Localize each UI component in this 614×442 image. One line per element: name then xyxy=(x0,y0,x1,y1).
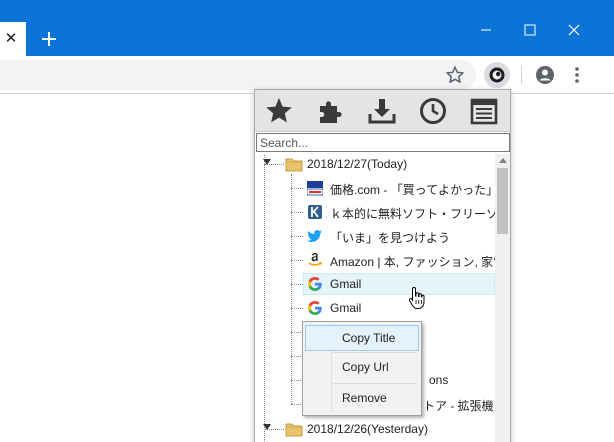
menu-item-label: Copy Title xyxy=(342,331,396,345)
history-item-label: ons xyxy=(429,373,449,387)
folder-icon xyxy=(285,158,303,172)
history-item-hovered[interactable]: Gmail xyxy=(303,273,495,295)
expander-arrow-icon[interactable] xyxy=(263,424,271,430)
folder-today[interactable]: 2018/12/27(Today) xyxy=(263,154,495,174)
folder-label: 2018/12/27(Today) xyxy=(307,157,408,171)
menu-separator xyxy=(333,352,417,353)
tree-guide-line xyxy=(291,212,303,213)
clock-icon[interactable] xyxy=(417,96,449,126)
history-item[interactable]: Amazon | 本, ファッション, 家電 xyxy=(303,249,495,271)
history-item-label: Amazon | 本, ファッション, 家電 xyxy=(330,255,495,269)
history-item[interactable]: 「いま」を見つけよう xyxy=(303,225,495,247)
notes-icon[interactable] xyxy=(468,96,500,126)
history-item[interactable]: 価格.com - 「買ってよかった」 xyxy=(303,177,495,199)
puzzle-icon[interactable] xyxy=(315,96,347,126)
popup-toolbar xyxy=(255,90,510,132)
history-item[interactable]: Gmail xyxy=(303,297,495,319)
hand-cursor-icon xyxy=(408,286,425,309)
history-item[interactable]: ｋ本的に無料ソフト・フリーソ xyxy=(303,201,495,223)
maximize-icon[interactable] xyxy=(516,16,544,44)
twitter-bird-icon xyxy=(307,230,322,242)
remove-menu-item[interactable]: Remove xyxy=(305,385,419,411)
tree-guide-line xyxy=(264,154,265,442)
kakaku-icon xyxy=(307,181,323,196)
tree-scrollbar[interactable] xyxy=(495,154,510,442)
context-menu: Copy Title Copy Url Remove xyxy=(302,321,422,416)
copy-url-menu-item[interactable]: Copy Url xyxy=(305,354,419,380)
tree-guide-line xyxy=(291,236,303,237)
scroll-up-arrow-icon[interactable] xyxy=(499,158,507,163)
window-close-icon[interactable] xyxy=(560,16,588,44)
history-item-label: ｋ本的に無料ソフト・フリーソ xyxy=(330,207,495,221)
k-icon xyxy=(308,205,322,219)
download-icon[interactable] xyxy=(366,96,398,126)
toolbar-separator xyxy=(521,66,522,84)
folder-label: 2018/12/26(Yesterday) xyxy=(307,422,428,436)
google-icon xyxy=(308,277,322,291)
folder-icon xyxy=(285,423,303,437)
menu-item-label: Copy Url xyxy=(342,360,389,374)
address-bar[interactable] xyxy=(0,60,476,90)
folder-yesterday[interactable]: 2018/12/26(Yesterday) xyxy=(263,419,495,439)
minimize-icon[interactable] xyxy=(472,16,500,44)
menu-item-label: Remove xyxy=(342,391,387,405)
more-menu-icon[interactable] xyxy=(568,64,586,86)
profile-avatar-icon[interactable] xyxy=(534,64,556,86)
extension-logo-icon xyxy=(489,67,505,83)
scrollbar-thumb[interactable] xyxy=(497,168,508,234)
google-icon xyxy=(308,301,322,315)
amazon-icon xyxy=(308,253,323,266)
bookmark-star-icon[interactable] xyxy=(444,64,466,86)
extension-button[interactable] xyxy=(484,62,510,88)
menu-separator xyxy=(333,383,417,384)
new-tab-icon[interactable] xyxy=(38,28,60,50)
tree-guide-line xyxy=(291,260,303,261)
history-item-label: トア - 拡張機 xyxy=(423,399,494,413)
tab-close-icon[interactable]: ✕ xyxy=(3,31,19,47)
title-bar: ✕ xyxy=(0,0,614,56)
history-item-label: 「いま」を見つけよう xyxy=(330,231,451,245)
tree-guide-line xyxy=(291,284,303,285)
expander-arrow-icon[interactable] xyxy=(263,159,271,165)
search-input[interactable] xyxy=(256,133,510,152)
tree-guide-line xyxy=(291,188,303,189)
tree-guide-line xyxy=(291,174,292,404)
history-item-label: 価格.com - 「買ってよかった」 xyxy=(330,183,495,197)
tree-guide-line xyxy=(291,308,303,309)
copy-title-menu-item[interactable]: Copy Title xyxy=(305,325,419,351)
star-icon[interactable] xyxy=(263,96,295,126)
browser-window: ✕ Search... 2018/12/27(Today) 価格.com - 「… xyxy=(0,0,614,442)
active-tab[interactable]: ✕ xyxy=(0,22,26,56)
